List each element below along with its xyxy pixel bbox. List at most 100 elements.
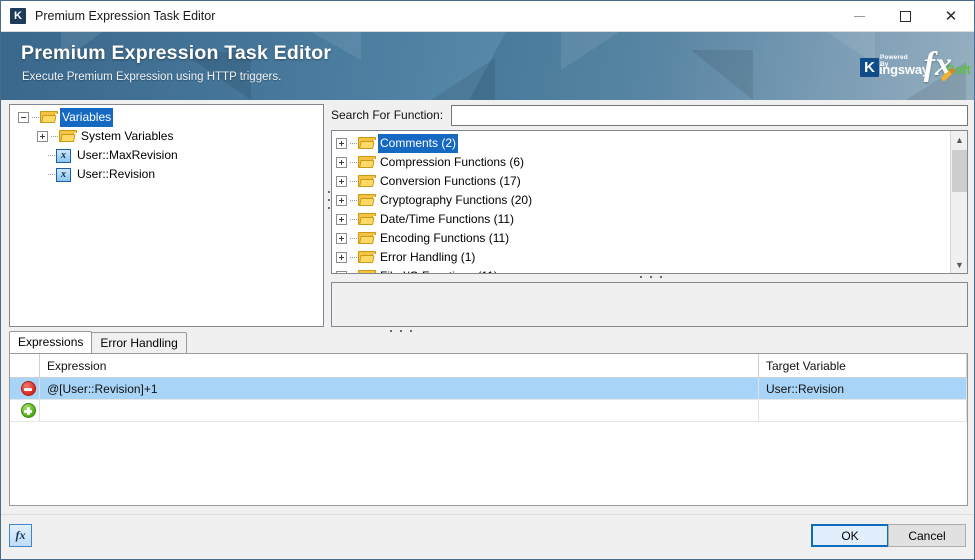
tree-connector — [51, 136, 58, 137]
close-icon: ✕ — [944, 8, 958, 25]
grid-cell-expression[interactable] — [40, 400, 759, 421]
variables-tree-panel[interactable]: Variables System Variables x User::MaxRe… — [9, 104, 324, 327]
function-tree-item-comments[interactable]: Comments (2) — [336, 134, 967, 153]
close-button[interactable]: ✕ — [928, 1, 974, 32]
function-tree-item-compression-functions[interactable]: Compression Functions (6) — [336, 153, 967, 172]
tree-connector — [350, 200, 357, 201]
expand-icon[interactable] — [336, 195, 347, 206]
grid-header-target-variable: Target Variable — [759, 354, 967, 377]
expand-icon[interactable] — [336, 233, 347, 244]
grid-cell-action — [10, 378, 40, 399]
function-tree-item-conversion-functions[interactable]: Conversion Functions (17) — [336, 172, 967, 191]
scroll-down-icon[interactable]: ▼ — [951, 256, 967, 273]
collapse-icon[interactable] — [18, 112, 29, 123]
expand-icon[interactable] — [336, 252, 347, 263]
expand-icon[interactable] — [336, 271, 347, 273]
folder-icon — [358, 156, 376, 169]
tree-node-label: System Variables — [81, 129, 174, 143]
scroll-up-icon[interactable]: ▲ — [951, 131, 967, 148]
tree-connector — [350, 219, 357, 220]
expand-icon[interactable] — [336, 214, 347, 225]
function-tree-item-file-io-functions[interactable]: File I/O Functions (11) — [336, 267, 967, 273]
grid-header-expression: Expression — [40, 354, 759, 377]
grid-cell-target-variable[interactable] — [759, 400, 967, 421]
tab-expressions[interactable]: Expressions — [9, 331, 93, 353]
tree-connector — [350, 181, 357, 182]
table-row[interactable] — [10, 400, 967, 422]
grid-cell-target-variable[interactable]: User::Revision — [759, 378, 967, 399]
tree-connector — [48, 155, 55, 156]
function-tree-item-label: Compression Functions (6) — [380, 155, 525, 169]
ok-button[interactable]: OK — [811, 524, 889, 547]
grid-cell-expression[interactable]: @[User::Revision]+1 — [40, 378, 759, 399]
kingsway-label: ingsway — [879, 62, 929, 77]
tree-node-system-variables[interactable]: System Variables — [10, 127, 323, 146]
tab-strip: Expressions Error Handling — [9, 331, 187, 353]
variable-icon: x — [56, 148, 71, 163]
expand-icon[interactable] — [336, 138, 347, 149]
tree-node-label: Variables — [60, 108, 114, 127]
function-description-pane — [331, 282, 968, 327]
function-tree-item-label: Conversion Functions (17) — [380, 174, 521, 188]
tree-node-variables[interactable]: Variables — [10, 108, 323, 127]
app-icon: K — [10, 8, 26, 24]
minimize-icon — [853, 16, 865, 17]
function-tree-scrollbar[interactable]: ▲ ▼ — [950, 131, 967, 273]
tab-label: Expressions — [18, 335, 84, 349]
window-controls: ✕ — [836, 1, 974, 32]
search-label: Search For Function: — [331, 108, 444, 122]
folder-icon — [358, 175, 376, 188]
table-row[interactable]: @[User::Revision]+1 User::Revision — [10, 378, 967, 400]
folder-icon — [40, 111, 58, 124]
maximize-button[interactable] — [882, 1, 928, 32]
tree-connector — [32, 117, 39, 118]
folder-icon — [59, 130, 77, 143]
scrollbar-thumb[interactable] — [952, 150, 967, 192]
function-tree-item-error-handling[interactable]: Error Handling (1) — [336, 248, 967, 267]
title-bar: K Premium Expression Task Editor ✕ — [1, 1, 974, 32]
banner-subtitle: Execute Premium Expression using HTTP tr… — [22, 71, 282, 83]
function-tree: Comments (2) Compression Functions (6) C… — [332, 131, 967, 273]
grid-header-actions — [10, 354, 40, 377]
function-tree-item-datetime-functions[interactable]: Date/Time Functions (11) — [336, 210, 967, 229]
function-browser-panel: Search For Function: Comments (2) Compre… — [331, 104, 968, 332]
function-tree-item-label: Error Handling (1) — [380, 250, 476, 264]
kingswaysoft-logo: K Powered By ingsway Soft — [860, 54, 971, 80]
grid-header-row: Expression Target Variable — [10, 354, 967, 378]
grid-cell-action — [10, 400, 40, 421]
tree-connector — [350, 238, 357, 239]
folder-icon — [358, 251, 376, 264]
function-tree-item-label: Cryptography Functions (20) — [380, 193, 533, 207]
function-tree-item-cryptography-functions[interactable]: Cryptography Functions (20) — [336, 191, 967, 210]
premium-expression-task-editor-window: K Premium Expression Task Editor ✕ Premi… — [0, 0, 975, 560]
function-tree-item-label: Date/Time Functions (11) — [380, 212, 515, 226]
fx-button[interactable]: fx — [9, 524, 32, 547]
folder-icon — [358, 213, 376, 226]
function-tree-item-label: Comments (2) — [378, 134, 459, 153]
folder-icon — [358, 270, 376, 273]
function-tree-panel[interactable]: Comments (2) Compression Functions (6) C… — [331, 130, 968, 274]
expressions-grid[interactable]: Expression Target Variable @[User::Revis… — [9, 353, 968, 506]
folder-icon — [358, 194, 376, 207]
minimize-button[interactable] — [836, 1, 882, 32]
search-input[interactable] — [451, 104, 968, 126]
variables-tree: Variables System Variables x User::MaxRe… — [10, 105, 323, 184]
expand-icon[interactable] — [37, 131, 48, 142]
content-area: Variables System Variables x User::MaxRe… — [1, 100, 974, 514]
window-title: Premium Expression Task Editor — [35, 9, 216, 23]
add-row-icon[interactable] — [20, 403, 36, 418]
tab-error-handling[interactable]: Error Handling — [91, 332, 187, 353]
tree-node-label: User::Revision — [77, 167, 156, 181]
tree-connector — [48, 174, 55, 175]
expand-icon[interactable] — [336, 157, 347, 168]
tree-node-user-revision[interactable]: x User::Revision — [10, 165, 323, 184]
banner-title: Premium Expression Task Editor — [21, 42, 332, 64]
kingswaysoft-badge-icon: K — [860, 57, 879, 77]
search-row: Search For Function: — [331, 104, 968, 126]
tree-node-user-maxrevision[interactable]: x User::MaxRevision — [10, 146, 323, 165]
function-tree-item-encoding-functions[interactable]: Encoding Functions (11) — [336, 229, 967, 248]
remove-row-icon[interactable] — [20, 381, 36, 396]
cancel-button[interactable]: Cancel — [888, 524, 966, 547]
horizontal-splitter-top[interactable] — [601, 274, 701, 280]
expand-icon[interactable] — [336, 176, 347, 187]
